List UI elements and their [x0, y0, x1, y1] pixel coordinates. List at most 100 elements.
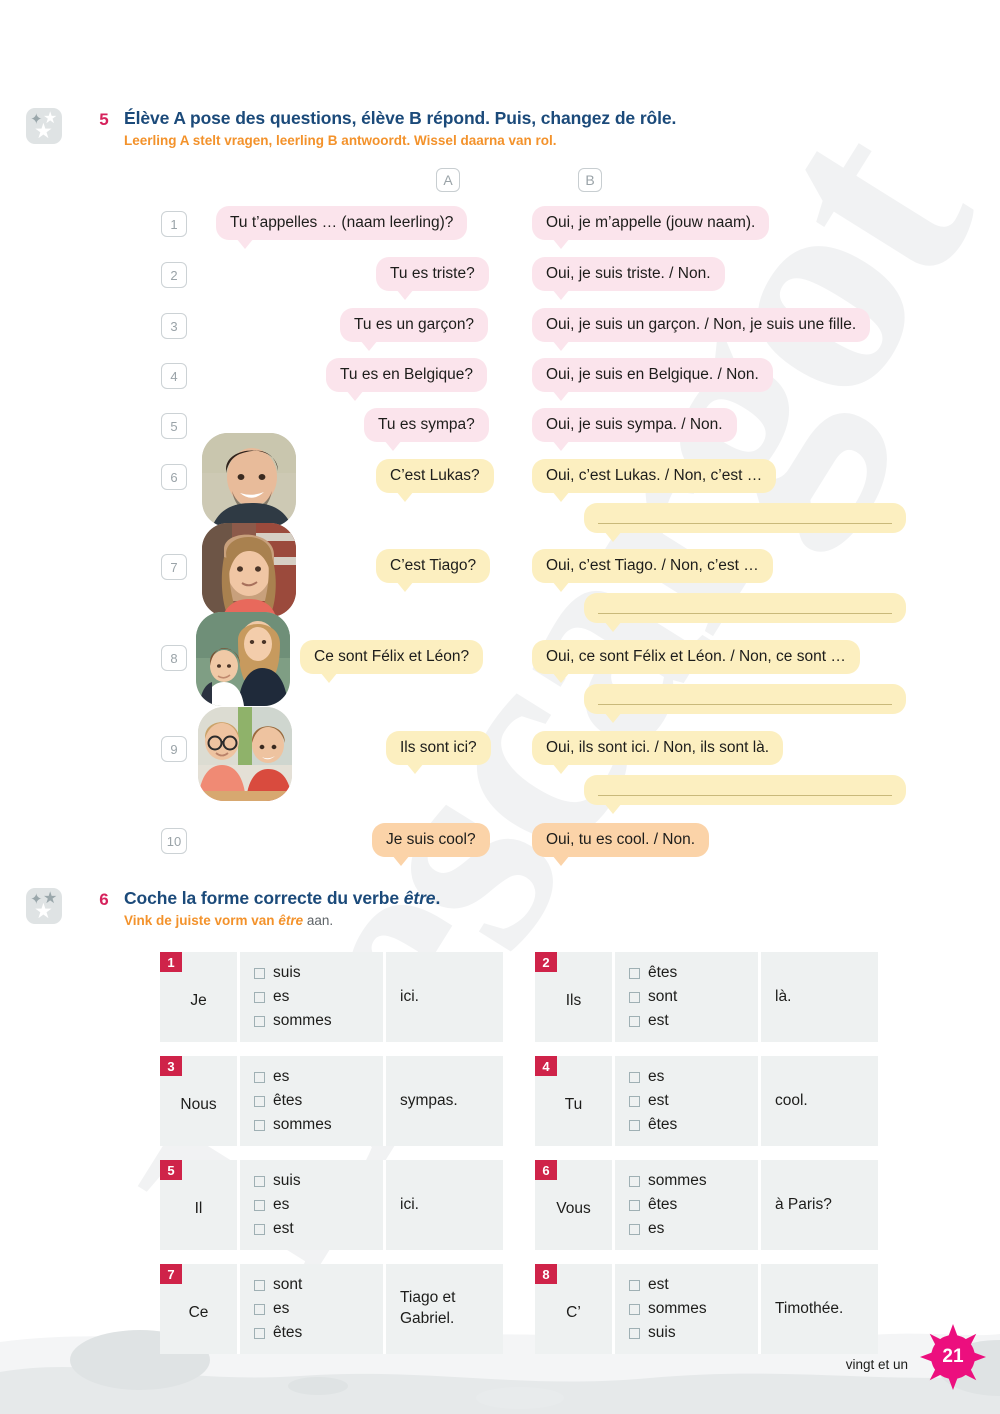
- column-b-badge: B: [578, 168, 602, 192]
- exercise-5-title: Élève A pose des questions, élève B répo…: [124, 108, 677, 128]
- sentence-tail: cool.: [775, 1091, 808, 1109]
- checkbox-icon[interactable]: [254, 991, 265, 1003]
- question-bubble[interactable]: Tu t’appelles … (naam leerling)?: [216, 206, 468, 250]
- answer-bubble[interactable]: Oui, ils sont ici. / Non, ils sont là.: [532, 731, 784, 775]
- answer-write-in-bubble[interactable]: [584, 775, 906, 814]
- answer-write-in-bubble[interactable]: [584, 684, 906, 723]
- checkbox-icon[interactable]: [254, 967, 265, 979]
- exercise-5-header: ✦ ★ ★ 5 Élève A pose des questions, élèv…: [0, 108, 676, 148]
- sentence-tail: sympas.: [400, 1091, 458, 1109]
- option-item[interactable]: êtes: [254, 1089, 383, 1113]
- option-item[interactable]: sommes: [254, 1009, 383, 1033]
- checkbox-icon[interactable]: [254, 1175, 265, 1187]
- checkbox-icon[interactable]: [254, 1119, 265, 1131]
- question-cell: 4 Tu es est êtes cool.: [535, 1056, 878, 1147]
- option-item[interactable]: es: [254, 1065, 383, 1089]
- question-bubble[interactable]: Ce sont Félix et Léon?: [300, 640, 484, 684]
- row-number: 9: [161, 736, 187, 762]
- option-label: es: [648, 1068, 665, 1086]
- question-bubble[interactable]: C’est Lukas?: [376, 459, 494, 503]
- option-item[interactable]: es: [254, 985, 383, 1009]
- checkbox-icon[interactable]: [629, 1015, 640, 1027]
- option-item[interactable]: es: [254, 1193, 383, 1217]
- answer-bubble[interactable]: Oui, tu es cool. / Non.: [532, 823, 710, 867]
- answer-bubble[interactable]: Oui, je suis triste. / Non.: [532, 257, 725, 301]
- answer-bubble[interactable]: Oui, je m’appelle (jouw naam).: [532, 206, 770, 250]
- option-item[interactable]: sont: [254, 1273, 383, 1297]
- option-item[interactable]: est: [629, 1009, 758, 1033]
- option-item[interactable]: êtes: [629, 1113, 758, 1137]
- checkbox-icon[interactable]: [629, 1223, 640, 1235]
- exercise-6-header: ✦ ★ ★ 6 Coche la forme correcte du verbe…: [0, 888, 440, 928]
- item-number-badge: 6: [535, 1160, 557, 1181]
- option-item[interactable]: es: [254, 1297, 383, 1321]
- option-item[interactable]: est: [629, 1273, 758, 1297]
- checkbox-icon[interactable]: [629, 1095, 640, 1107]
- option-label: sont: [273, 1276, 303, 1294]
- answer-bubble[interactable]: Oui, je suis un garçon. / Non, je suis u…: [532, 308, 871, 352]
- answer-bubble[interactable]: Oui, ce sont Félix et Léon. / Non, ce so…: [532, 640, 860, 684]
- option-label: suis: [648, 1324, 676, 1342]
- checkbox-icon[interactable]: [254, 1223, 265, 1235]
- row-number: 1: [161, 211, 187, 237]
- checkbox-icon[interactable]: [629, 1279, 640, 1291]
- option-item[interactable]: sommes: [629, 1297, 758, 1321]
- answer-write-in-bubble[interactable]: [584, 503, 906, 542]
- answer-bubble[interactable]: Oui, je suis en Belgique. / Non.: [532, 358, 773, 402]
- option-list: es êtes sommes: [240, 1056, 386, 1147]
- option-item[interactable]: suis: [254, 961, 383, 985]
- checkbox-icon[interactable]: [254, 1303, 265, 1315]
- item-number-badge: 3: [160, 1056, 182, 1077]
- question-bubble[interactable]: C’est Tiago?: [376, 549, 491, 593]
- row-number: 2: [161, 262, 187, 288]
- option-label: sont: [648, 988, 678, 1006]
- option-item[interactable]: es: [629, 1217, 758, 1241]
- question-bubble[interactable]: Tu es un garçon?: [340, 308, 489, 352]
- checkbox-icon[interactable]: [629, 991, 640, 1003]
- checkbox-icon[interactable]: [629, 1119, 640, 1131]
- checkbox-icon[interactable]: [254, 1199, 265, 1211]
- checkbox-icon[interactable]: [629, 967, 640, 979]
- option-item[interactable]: sommes: [254, 1113, 383, 1137]
- option-label: es: [648, 1220, 665, 1238]
- question-bubble[interactable]: Tu es triste?: [376, 257, 489, 301]
- question-bubble[interactable]: Tu es sympa?: [364, 408, 489, 452]
- option-item[interactable]: suis: [629, 1321, 758, 1345]
- checkbox-icon[interactable]: [629, 1327, 640, 1339]
- option-item[interactable]: sont: [629, 985, 758, 1009]
- row-number: 7: [161, 554, 187, 580]
- option-item[interactable]: êtes: [629, 1193, 758, 1217]
- checkbox-icon[interactable]: [254, 1279, 265, 1291]
- option-item[interactable]: suis: [254, 1169, 383, 1193]
- option-item[interactable]: êtes: [254, 1321, 383, 1345]
- option-item[interactable]: sommes: [629, 1169, 758, 1193]
- checkbox-icon[interactable]: [254, 1071, 265, 1083]
- question-bubble[interactable]: Je suis cool?: [372, 823, 490, 867]
- option-item[interactable]: est: [629, 1089, 758, 1113]
- grid-row: 5 Il suis es est ici. 6 Vous sommes êtes…: [160, 1160, 878, 1251]
- page-number: 21: [942, 1346, 964, 1367]
- question-bubble[interactable]: Ils sont ici?: [386, 731, 491, 775]
- checkbox-icon[interactable]: [254, 1095, 265, 1107]
- question-cell: 5 Il suis es est ici.: [160, 1160, 503, 1251]
- checkbox-icon[interactable]: [629, 1199, 640, 1211]
- option-item[interactable]: es: [629, 1065, 758, 1089]
- option-item[interactable]: êtes: [629, 961, 758, 985]
- checkbox-icon[interactable]: [254, 1327, 265, 1339]
- exercise-5-number: 5: [99, 110, 109, 129]
- write-in-line: [598, 704, 892, 705]
- checkbox-icon[interactable]: [629, 1175, 640, 1187]
- answer-bubble[interactable]: Oui, c’est Lukas. / Non, c’est …: [532, 459, 777, 503]
- grid-row: 1 Je suis es sommes ici. 2 Ils êtes sont…: [160, 952, 878, 1043]
- sentence-tail: Timothée.: [775, 1299, 844, 1317]
- answer-write-in-bubble[interactable]: [584, 593, 906, 632]
- option-label: êtes: [648, 964, 678, 981]
- option-item[interactable]: est: [254, 1217, 383, 1241]
- checkbox-icon[interactable]: [629, 1303, 640, 1315]
- answer-bubble[interactable]: Oui, je suis sympa. / Non.: [532, 408, 737, 452]
- answer-bubble[interactable]: Oui, c’est Tiago. / Non, c’est …: [532, 549, 773, 593]
- question-bubble[interactable]: Tu es en Belgique?: [326, 358, 487, 402]
- photo-lukas: [202, 433, 296, 527]
- checkbox-icon[interactable]: [254, 1015, 265, 1027]
- checkbox-icon[interactable]: [629, 1071, 640, 1083]
